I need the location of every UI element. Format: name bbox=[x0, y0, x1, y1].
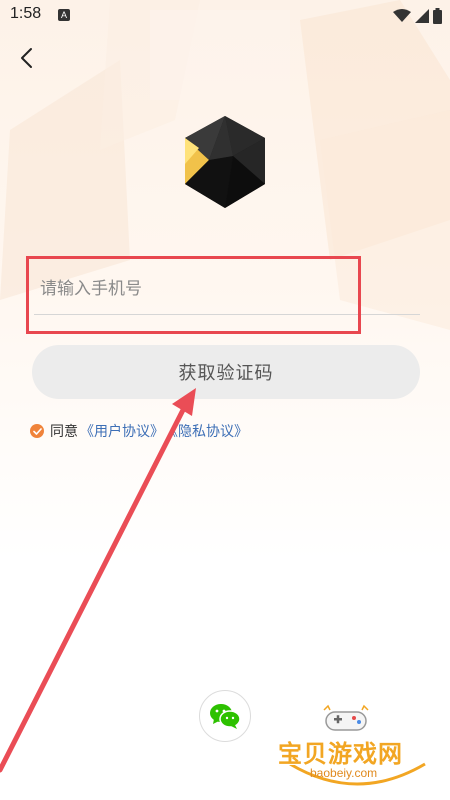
agreement-row: 同意 《用户协议》 《隐私协议》 bbox=[30, 420, 248, 442]
back-button[interactable] bbox=[10, 42, 42, 74]
status-icons bbox=[393, 6, 442, 26]
wechat-icon bbox=[210, 704, 241, 729]
chevron-left-icon bbox=[21, 48, 32, 68]
check-icon bbox=[32, 427, 42, 435]
site-watermark: 宝贝游戏网 baobeiy.com bbox=[270, 702, 445, 797]
phone-input-container bbox=[34, 266, 426, 315]
watermark-url: baobeiy.com bbox=[310, 766, 378, 780]
signal-icon bbox=[415, 9, 429, 23]
get-verification-code-button[interactable]: 获取验证码 bbox=[32, 345, 420, 399]
user-agreement-link[interactable]: 《用户协议》 bbox=[80, 421, 164, 441]
watermark-title: 宝贝游戏网 bbox=[278, 740, 403, 768]
wifi-icon bbox=[393, 9, 411, 22]
phone-number-input[interactable] bbox=[34, 266, 426, 312]
agreement-checkbox[interactable] bbox=[30, 424, 44, 438]
notification-app-icon: A bbox=[58, 9, 70, 21]
status-bar: 1:58 A bbox=[0, 0, 450, 32]
app-logo-icon bbox=[185, 116, 265, 208]
battery-icon bbox=[433, 8, 442, 24]
agreement-prefix: 同意 bbox=[50, 424, 78, 440]
wechat-login-button[interactable] bbox=[199, 690, 251, 742]
status-time: 1:58 bbox=[10, 5, 42, 22]
privacy-agreement-link[interactable]: 《隐私协议》 bbox=[164, 421, 248, 441]
gamepad-icon bbox=[323, 704, 369, 731]
